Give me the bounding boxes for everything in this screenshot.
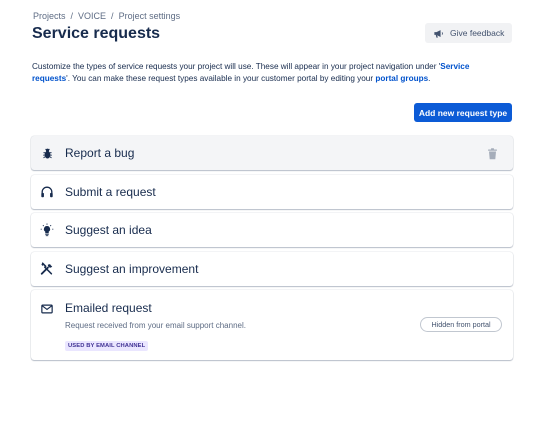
- headset-icon: [40, 185, 54, 199]
- request-type-label: Emailed request: [65, 301, 152, 315]
- request-type-label: Submit a request: [65, 184, 156, 199]
- request-type-label: Suggest an improvement: [65, 261, 199, 276]
- description-text: '. You can make these request types avai…: [66, 74, 376, 83]
- breadcrumb-projects[interactable]: Projects: [33, 11, 66, 21]
- give-feedback-label: Give feedback: [450, 28, 505, 38]
- portal-groups-link[interactable]: portal groups: [375, 74, 428, 83]
- lightbulb-icon: [40, 223, 54, 237]
- page-title: Service requests: [32, 25, 161, 42]
- add-new-request-type-button[interactable]: Add new request type: [414, 103, 512, 122]
- bug-icon: [40, 146, 54, 160]
- give-feedback-button[interactable]: Give feedback: [425, 23, 512, 43]
- request-type-label: Suggest an idea: [65, 223, 152, 237]
- breadcrumb: Projects / VOICE / Project settings: [33, 11, 180, 21]
- breadcrumb-voice[interactable]: VOICE: [78, 11, 106, 21]
- request-type-row[interactable]: Suggest an idea: [31, 213, 513, 247]
- email-request-row[interactable]: Emailed request Request received from yo…: [31, 290, 513, 360]
- breadcrumb-project-settings[interactable]: Project settings: [119, 11, 181, 21]
- breadcrumb-separator: /: [70, 11, 74, 21]
- email-channel-badge: USED BY EMAIL CHANNEL: [65, 341, 149, 351]
- envelope-icon: [40, 302, 54, 316]
- request-type-row[interactable]: Suggest an improvement: [31, 251, 513, 286]
- request-type-row[interactable]: Submit a request: [31, 174, 513, 209]
- request-type-label: Report a bug: [65, 146, 135, 160]
- breadcrumb-separator: /: [111, 11, 114, 21]
- trash-icon[interactable]: [487, 147, 498, 160]
- request-type-list: Report a bug Submit a request Suggest an…: [31, 136, 513, 360]
- email-request-description: Request received from your email support…: [65, 321, 246, 330]
- tools-icon: [40, 262, 54, 276]
- request-type-row[interactable]: Report a bug: [31, 136, 513, 170]
- description-text: .: [428, 74, 431, 83]
- megaphone-icon: [434, 29, 443, 38]
- page-description: Customize the types of service requests …: [32, 61, 502, 85]
- portal-status-pill[interactable]: Hidden from portal: [420, 317, 502, 332]
- description-text: Customize the types of service requests …: [32, 62, 441, 71]
